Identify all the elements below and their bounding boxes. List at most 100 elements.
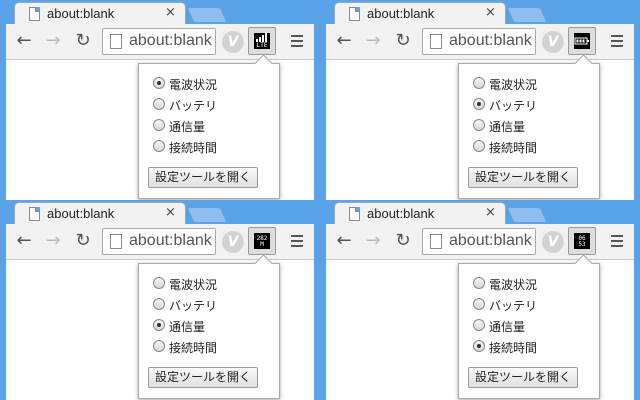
extension-v-icon[interactable]: V [222,231,244,253]
option-label: バッテリ [489,299,538,313]
radio-button[interactable] [153,98,165,110]
tab-strip: about:blank × [320,200,640,226]
page-icon [29,207,40,221]
option-battery[interactable]: バッテリ [473,95,597,113]
browser-toolbar: ← → ↻ about:blank V 06 53 [326,224,634,260]
page-icon [349,7,360,21]
address-bar[interactable]: about:blank [422,228,536,255]
tab-close-icon[interactable]: × [485,5,496,20]
open-settings-button[interactable]: 設定ツールを開く [148,367,258,388]
new-tab-button[interactable] [506,207,548,223]
option-signal[interactable]: 電波状況 [153,74,277,92]
radio-button[interactable] [153,319,165,331]
back-arrow-icon[interactable]: ← [333,230,355,252]
browser-toolbar: ← → ↻ about:blank V [326,24,634,60]
option-signal[interactable]: 電波状況 [153,274,277,292]
option-label: 接続時間 [169,341,218,355]
radio-button[interactable] [473,298,485,310]
extension-v-icon[interactable]: V [542,31,564,53]
page-icon [430,234,442,249]
option-data-usage[interactable]: 通信量 [153,316,277,334]
option-connection-time[interactable]: 接続時間 [473,337,597,355]
extension-popup: 電波状況 バッテリ 通信量 接続時間 設定ツールを開く [458,63,600,199]
tab-close-icon[interactable]: × [165,5,176,20]
tab-strip: about:blank × [320,0,640,26]
option-data-usage[interactable]: 通信量 [473,316,597,334]
tab-title: about:blank [367,206,435,221]
option-label: 接続時間 [489,341,538,355]
address-bar[interactable]: about:blank [102,228,216,255]
tab-title: about:blank [367,6,435,21]
extension-status-button[interactable]: 06 53 [568,227,596,255]
address-bar[interactable]: about:blank [102,28,216,55]
data-usage-icon: 282 M [254,233,270,249]
extension-v-icon[interactable]: V [542,231,564,253]
tab-strip: about:blank × [0,0,320,26]
radio-button[interactable] [153,119,165,131]
option-label: 電波状況 [489,278,538,292]
extension-status-button[interactable]: LTE [248,27,276,55]
option-data-usage[interactable]: 通信量 [153,116,277,134]
radio-button[interactable] [153,277,165,289]
option-battery[interactable]: バッテリ [153,95,277,113]
back-arrow-icon[interactable]: ← [13,30,35,52]
radio-button[interactable] [473,140,485,152]
page-icon [110,234,122,249]
forward-arrow-icon[interactable]: → [362,30,384,52]
radio-button[interactable] [473,277,485,289]
extension-popup: 電波状況 バッテリ 通信量 接続時間 設定ツールを開く [458,263,600,399]
tab-close-icon[interactable]: × [485,205,496,220]
browser-menu-icon[interactable] [606,230,628,252]
radio-button[interactable] [473,98,485,110]
option-connection-time[interactable]: 接続時間 [473,137,597,155]
address-text: about:blank [449,32,532,49]
forward-arrow-icon[interactable]: → [362,230,384,252]
radio-button[interactable] [473,77,485,89]
radio-button[interactable] [153,340,165,352]
new-tab-button[interactable] [186,207,228,223]
reload-icon[interactable]: ↻ [392,230,414,252]
extension-v-icon[interactable]: V [222,31,244,53]
browser-menu-icon[interactable] [286,30,308,52]
option-data-usage[interactable]: 通信量 [473,116,597,134]
extension-popup: 電波状況 バッテリ 通信量 接続時間 設定ツールを開く [138,63,280,199]
forward-arrow-icon[interactable]: → [42,230,64,252]
option-signal[interactable]: 電波状況 [473,74,597,92]
back-arrow-icon[interactable]: ← [13,230,35,252]
radio-button[interactable] [473,340,485,352]
open-settings-button[interactable]: 設定ツールを開く [468,367,578,388]
extension-status-button[interactable]: 282 M [248,227,276,255]
browser-tab[interactable]: about:blank × [14,202,186,226]
radio-button[interactable] [153,140,165,152]
option-battery[interactable]: バッテリ [153,295,277,313]
open-settings-button[interactable]: 設定ツールを開く [148,167,258,188]
browser-window-connection-time: about:blank × ← → ↻ about:blank V 06 53 … [320,200,640,400]
browser-tab[interactable]: about:blank × [14,2,186,26]
radio-button[interactable] [473,119,485,131]
forward-arrow-icon[interactable]: → [42,30,64,52]
extension-status-button[interactable] [568,27,596,55]
new-tab-button[interactable] [506,7,548,23]
reload-icon[interactable]: ↻ [72,230,94,252]
radio-button[interactable] [153,77,165,89]
option-connection-time[interactable]: 接続時間 [153,337,277,355]
browser-tab[interactable]: about:blank × [334,2,506,26]
radio-button[interactable] [153,298,165,310]
option-battery[interactable]: バッテリ [473,295,597,313]
reload-icon[interactable]: ↻ [72,30,94,52]
option-connection-time[interactable]: 接続時間 [153,137,277,155]
address-bar[interactable]: about:blank [422,28,536,55]
browser-window-data-usage: about:blank × ← → ↻ about:blank V 282 M … [0,200,320,400]
browser-menu-icon[interactable] [606,30,628,52]
tab-strip: about:blank × [0,200,320,226]
tab-close-icon[interactable]: × [165,205,176,220]
radio-button[interactable] [473,319,485,331]
new-tab-button[interactable] [186,7,228,23]
open-settings-button[interactable]: 設定ツールを開く [468,167,578,188]
address-text: about:blank [129,232,212,249]
back-arrow-icon[interactable]: ← [333,30,355,52]
browser-tab[interactable]: about:blank × [334,202,506,226]
browser-menu-icon[interactable] [286,230,308,252]
option-signal[interactable]: 電波状況 [473,274,597,292]
reload-icon[interactable]: ↻ [392,30,414,52]
